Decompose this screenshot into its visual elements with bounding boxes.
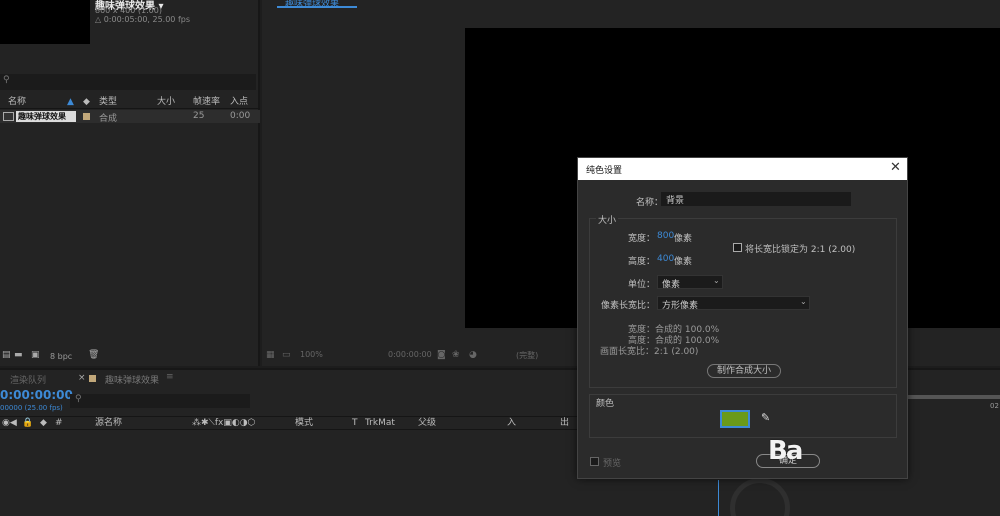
unit-selected: 像素 [662,280,681,290]
visibility-icon[interactable]: ◉◀ [2,417,17,430]
hash-icon[interactable]: # [55,417,63,430]
height-unit: 像素 [674,257,693,267]
pixel-aspect-dropdown[interactable]: 方形像素 ⌄ [657,296,810,311]
tab-render-queue[interactable]: 渲染队列 [10,373,46,386]
height-label: 高度： [628,257,656,267]
item-type: 合成 [99,114,118,124]
color-swatch[interactable] [720,410,750,428]
width-value[interactable]: 800 [657,231,674,241]
lock-aspect-label: 将长宽比锁定为 2:1 (2.00) [745,245,856,255]
zoom-level[interactable]: 100% [300,350,323,359]
width-label: 宽度： [628,234,656,244]
size-group-label: 大小 [596,213,619,226]
column-mode[interactable]: 模式 [295,417,313,430]
column-t[interactable]: T [352,417,358,430]
monitor-icon[interactable]: ▭ [282,350,291,360]
sort-up-icon[interactable]: ▲ [67,96,74,109]
channel-icon[interactable]: ◕ [469,350,477,360]
dialog-titlebar: 纯色设置 ✕ [578,158,907,180]
color-group-label: 颜色 [596,399,615,409]
name-label: 名称： [636,198,664,208]
resolution-select[interactable]: (完整) [516,350,538,361]
column-in[interactable]: 入 [507,417,516,430]
height-value[interactable]: 400 [657,254,674,264]
camera-icon[interactable]: ◙ [437,350,446,360]
search-icon: ⚲ [3,75,10,85]
interpret-footage-icon[interactable]: ▤ [2,350,11,360]
chevron-down-icon: ⌄ [800,297,807,306]
column-size[interactable]: 大小 [157,96,175,109]
watermark-logo: Ba [768,436,803,466]
tag-icon[interactable]: ◆ [40,417,47,430]
project-column-header: 名称 ▲ ◆ 类型 大小 帧速率 入点 [0,96,260,109]
viewer-time[interactable]: 0:00:00:00 [388,350,432,359]
comp-size: 800 x 400 (1.00) [95,6,162,15]
preview-label: 预览 [603,459,622,469]
timeline-column-header: ◉◀ 🔒 ◆ # 源名称 ⁂✱⟍fx▣◐◑⬡ 模式 T TrkMat 父级 入 … [0,416,580,430]
composition-icon [3,112,14,121]
comp-thumbnail [0,0,90,44]
new-folder-icon[interactable]: ▬ [14,350,23,360]
solid-settings-dialog: 纯色设置 ✕ 名称： 大小 宽度： 800 像素 将长宽比锁定为 2:1 (2.… [577,157,908,479]
tab-composition[interactable]: 趣味弹球效果 [105,373,159,386]
preview-checkbox[interactable] [590,457,599,466]
color-wheel-icon[interactable]: ❀ [452,350,460,360]
column-source-name[interactable]: 源名称 [95,417,122,430]
column-parent[interactable]: 父级 [418,417,436,430]
item-in: 0:00 [230,111,251,121]
new-comp-icon[interactable]: ▣ [31,350,40,360]
lock-aspect-checkbox[interactable] [733,243,742,252]
column-name[interactable]: 名称 [8,96,26,109]
label-tag-icon[interactable]: ◆ [83,96,90,109]
switches-icons[interactable]: ⁂✱⟍fx▣◐◑⬡ [192,417,255,430]
comp-label-swatch [89,375,96,382]
close-icon[interactable]: ✕ [890,160,901,176]
column-in[interactable]: 入点 [230,96,248,109]
dialog-title: 纯色设置 [586,166,623,176]
column-out[interactable]: 出 [560,417,569,430]
lock-icon[interactable]: 🔒 [22,417,33,430]
item-fps: 25 [193,111,205,121]
comp-duration: △ 0:00:05:00, 25.00 fps [95,15,191,24]
time-ruler[interactable] [900,395,1000,399]
project-panel: 趣味弹球效果 ▾ 800 x 400 (1.00) △ 0:00:05:00, … [0,0,260,366]
column-fps[interactable]: 帧速率 [193,96,220,109]
close-icon[interactable]: × [78,373,86,383]
frame-aspect: 画面长宽比：2:1 (2.00) [600,347,699,357]
chevron-down-icon: ⌄ [713,276,720,285]
timeline-search-input[interactable] [70,394,250,408]
region-icon[interactable]: ▦ [266,350,275,360]
width-unit: 像素 [674,234,693,244]
search-icon: ⚲ [75,394,82,404]
current-timecode[interactable]: 0:00:00:00 [0,388,73,402]
panel-menu-icon[interactable]: ≡ [166,372,174,382]
unit-label: 单位： [628,280,656,290]
ruler-label: 02 [990,402,999,410]
unit-dropdown[interactable]: 像素 ⌄ [657,275,723,290]
column-trkmat[interactable]: TrkMat [365,417,395,430]
timecode-frames: 00000 (25.00 fps) [0,404,63,412]
pixel-aspect-selected: 方形像素 [662,301,699,311]
trash-icon[interactable]: 🗑 [88,350,99,360]
project-footer: ▤ ▬ ▣ 8 bpc 🗑 [0,350,260,364]
pixel-aspect-label: 像素长宽比： [601,301,656,311]
viewer-tab[interactable]: 趣味弹球效果 [285,0,339,9]
project-search-input[interactable]: ⚲ [0,74,256,90]
column-type[interactable]: 类型 [99,96,117,109]
eyedropper-icon[interactable]: ✎ [761,411,770,424]
make-comp-size-button[interactable]: 制作合成大小 [707,364,781,378]
project-item-row[interactable]: 趣味弹球效果 合成 25 0:00 [0,110,260,124]
bit-depth-label[interactable]: 8 bpc [50,352,72,361]
label-color-swatch[interactable] [83,113,90,120]
playhead[interactable] [718,480,719,516]
solid-name-input[interactable] [661,192,851,206]
item-name[interactable]: 趣味弹球效果 [16,111,76,122]
